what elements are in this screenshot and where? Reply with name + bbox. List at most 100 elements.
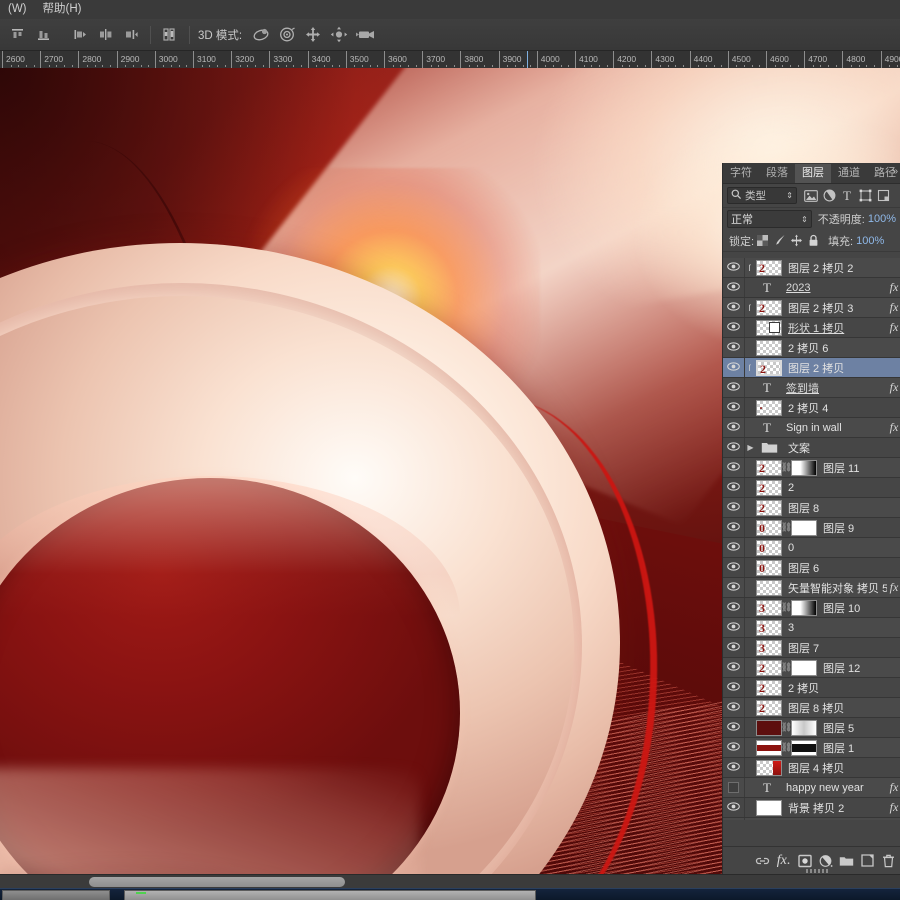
layer-mask-thumbnail[interactable] — [791, 519, 817, 536]
tab-layers[interactable]: 图层 — [795, 164, 831, 183]
layer-name[interactable]: 图层 6 — [782, 560, 887, 576]
layer-visibility-toggle[interactable] — [723, 778, 745, 797]
chevron-updown-icon-blend[interactable]: ⇕ — [801, 215, 808, 224]
layer-name[interactable]: 背景 — [782, 820, 887, 821]
filter-adjustment-layers-icon[interactable] — [820, 187, 838, 205]
layer-row[interactable]: 33 — [723, 618, 900, 638]
layer-thumbnail[interactable]: 2 — [756, 459, 782, 476]
layer-name[interactable]: happy new year — [780, 782, 887, 794]
layer-visibility-toggle[interactable] — [723, 738, 745, 757]
layer-thumbnail[interactable]: 0 — [756, 519, 782, 536]
tab-paragraph[interactable]: 段落 — [759, 164, 795, 183]
layer-thumbnail[interactable]: 2 — [756, 479, 782, 496]
layer-thumbnail[interactable] — [756, 339, 782, 356]
layer-row[interactable]: 3 图层 7 — [723, 638, 900, 658]
layer-group-folder-icon[interactable] — [756, 441, 782, 454]
horizontal-ruler[interactable]: 2600 2700 2800 2900 3000 3100 3200 3300 3400 3500… — [0, 51, 900, 69]
layer-row[interactable]: Thappy new year fx — [723, 778, 900, 798]
layer-thumbnail[interactable] — [756, 759, 782, 776]
layer-name[interactable]: 图层 7 — [782, 640, 887, 656]
layer-name[interactable]: 0 — [782, 542, 887, 554]
layer-name[interactable]: 图层 9 — [817, 520, 887, 536]
add-layer-mask-icon[interactable] — [794, 851, 815, 871]
pan-3d-icon[interactable] — [301, 23, 325, 47]
layer-effects-fx-icon[interactable]: fx — [887, 800, 900, 815]
layer-type-icon[interactable]: T — [754, 780, 780, 796]
layer-row[interactable]: 矢量智能对象 拷贝 5 fx — [723, 578, 900, 598]
layer-effects-fx-icon[interactable]: fx — [887, 420, 900, 435]
layer-thumbnail[interactable]: 2 — [756, 699, 782, 716]
lock-transparent-pixels-icon[interactable] — [754, 232, 771, 249]
layer-name[interactable]: 3 — [782, 622, 887, 634]
filter-smart-objects-icon[interactable] — [874, 187, 892, 205]
new-adjustment-layer-icon[interactable] — [815, 851, 836, 871]
layer-visibility-toggle[interactable] — [723, 538, 745, 557]
layer-row[interactable]: T 签到墙 fx — [723, 378, 900, 398]
layer-mask-thumbnail[interactable] — [791, 659, 817, 676]
layer-name[interactable]: 图层 12 — [817, 660, 887, 676]
layer-row[interactable]: ⛓ 图层 1 — [723, 738, 900, 758]
lock-position-icon[interactable] — [788, 232, 805, 249]
slide-3d-icon[interactable] — [327, 23, 351, 47]
layer-row[interactable]: 2 图层 8 拷贝 — [723, 698, 900, 718]
layer-row[interactable]: 形状 1 拷贝 fx — [723, 318, 900, 338]
layer-name[interactable]: 2 拷贝 4 — [782, 400, 887, 416]
roll-3d-icon[interactable] — [275, 23, 299, 47]
menu-item-help[interactable]: 帮助(H) — [35, 0, 90, 19]
blend-mode-select[interactable]: 正常 ⇕ — [727, 210, 812, 228]
layer-name[interactable]: 形状 1 拷贝 — [782, 320, 887, 336]
layer-type-icon[interactable]: T — [754, 280, 780, 296]
layer-row[interactable]: 2 图层 8 — [723, 498, 900, 518]
layer-visibility-toggle[interactable] — [723, 358, 745, 377]
distribute-center-icon[interactable] — [93, 23, 117, 47]
layer-thumbnail[interactable]: 2 — [756, 259, 782, 276]
layer-name[interactable]: 图层 11 — [817, 460, 887, 476]
layer-row[interactable]: 22 — [723, 478, 900, 498]
layer-visibility-toggle[interactable] — [723, 758, 745, 777]
layer-thumbnail[interactable]: 3 — [756, 619, 782, 636]
align-vertical-top-icon[interactable] — [5, 23, 29, 47]
layer-name[interactable]: 矢量智能对象 拷贝 5 — [782, 580, 887, 596]
layer-type-icon[interactable]: T — [754, 380, 780, 396]
layer-effects-fx-icon[interactable]: fx — [887, 780, 900, 795]
layer-name[interactable]: 2 拷贝 6 — [782, 340, 887, 356]
layer-visibility-toggle[interactable] — [723, 578, 745, 597]
layer-visibility-toggle[interactable] — [723, 398, 745, 417]
layer-row[interactable]: ſ 2 图层 2 拷贝 3 fx — [723, 298, 900, 318]
layer-name[interactable]: 文案 — [782, 440, 887, 456]
layer-thumbnail[interactable]: 3 — [756, 599, 782, 616]
mask-link-chain-icon[interactable]: ⛓ — [781, 602, 792, 613]
layer-visibility-toggle[interactable] — [723, 318, 745, 337]
layer-visibility-toggle[interactable] — [723, 498, 745, 517]
layer-list[interactable]: ſ 2 图层 2 拷贝 2 T 2023 fx ſ 2 图层 2 拷贝 3 fx 形状 1 拷贝 fx… — [723, 258, 900, 820]
layer-thumbnail[interactable] — [756, 719, 782, 736]
panel-menu-icon[interactable]: » — [892, 166, 898, 177]
layer-row[interactable]: 2 2 拷贝 — [723, 678, 900, 698]
layer-thumbnail[interactable]: 2 — [756, 499, 782, 516]
layer-thumbnail[interactable] — [756, 739, 782, 756]
menu-item-window[interactable]: (W) — [0, 0, 35, 19]
taskbar-item-1[interactable] — [2, 890, 110, 900]
layer-name[interactable]: 图层 2 拷贝 3 — [782, 300, 887, 316]
layer-row[interactable]: ⛓ 图层 5 — [723, 718, 900, 738]
layer-visibility-toggle[interactable] — [723, 798, 745, 817]
layer-thumbnail[interactable]: 2 — [756, 659, 782, 676]
layer-type-icon[interactable]: T — [754, 420, 780, 436]
layer-name[interactable]: 2 拷贝 — [782, 680, 887, 696]
layer-name[interactable]: 签到墙 — [780, 380, 887, 396]
distribute-left-icon[interactable] — [67, 23, 91, 47]
layer-visibility-toggle[interactable] — [723, 258, 745, 277]
new-group-folder-icon[interactable] — [836, 851, 857, 871]
group-disclosure-triangle-icon[interactable]: ▶ — [745, 443, 756, 452]
layer-effects-fx-icon[interactable]: fx — [887, 280, 900, 295]
layer-visibility-toggle[interactable] — [723, 718, 745, 737]
layer-thumbnail[interactable]: 0 — [756, 539, 782, 556]
layer-thumbnail[interactable]: 3 — [756, 639, 782, 656]
delete-layer-trash-icon[interactable] — [878, 851, 899, 871]
layer-visibility-toggle[interactable] — [723, 278, 745, 297]
layer-thumbnail[interactable] — [756, 799, 782, 816]
layer-name[interactable]: 图层 1 — [817, 740, 887, 756]
layer-row[interactable]: 0 ⛓ 图层 9 — [723, 518, 900, 538]
layer-mask-thumbnail[interactable] — [791, 599, 817, 616]
layer-effects-fx-icon[interactable]: fx — [887, 320, 900, 335]
